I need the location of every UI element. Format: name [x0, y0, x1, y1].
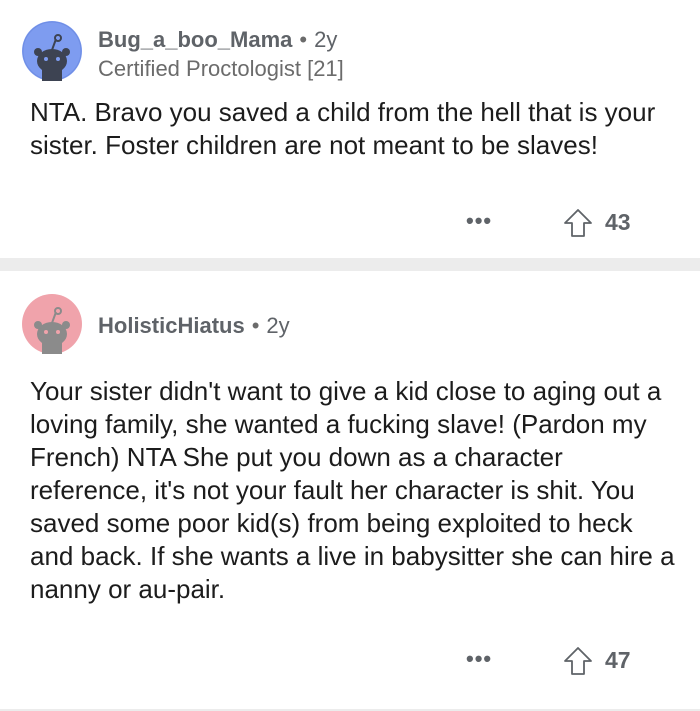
snoo-avatar-icon [22, 21, 82, 81]
snoo-avatar-icon [22, 294, 82, 354]
more-options-button[interactable]: ••• [466, 644, 492, 674]
comment-age: 2y [266, 313, 290, 338]
username[interactable]: HolisticHiatus [98, 313, 245, 338]
more-options-button[interactable]: ••• [466, 206, 492, 236]
vote-score: 43 [605, 209, 631, 235]
comment-meta: HolisticHiatus • 2y [98, 312, 290, 340]
upvote-arrow-icon[interactable] [563, 208, 593, 238]
avatar[interactable] [22, 294, 82, 354]
comment-actions: ••• 47 [0, 644, 700, 680]
comment-divider [0, 258, 700, 271]
separator-dot: • [251, 313, 260, 338]
comment-body: Your sister didn't want to give a kid cl… [30, 376, 675, 604]
comment-meta: Bug_a_boo_Mama • 2y Certified Proctologist… [98, 26, 344, 83]
comment-age: 2y [314, 27, 338, 52]
author-line: Bug_a_boo_Mama • 2y [98, 26, 344, 54]
username[interactable]: Bug_a_boo_Mama [98, 27, 292, 52]
comment-2: HolisticHiatus • 2y Your sister didn't wan… [0, 271, 700, 709]
comment-body: NTA. Bravo you saved a child from the he… [30, 97, 656, 160]
separator-dot: • [299, 27, 308, 52]
upvote-arrow-icon[interactable] [563, 646, 593, 676]
user-flair: Certified Proctologist [21] [98, 56, 344, 81]
author-line: HolisticHiatus • 2y [98, 312, 290, 340]
vote-score: 47 [605, 647, 631, 673]
comment-actions: ••• 43 [0, 206, 700, 242]
avatar[interactable] [22, 21, 82, 81]
comment-1: Bug_a_boo_Mama • 2y Certified Proctologist… [0, 0, 700, 258]
